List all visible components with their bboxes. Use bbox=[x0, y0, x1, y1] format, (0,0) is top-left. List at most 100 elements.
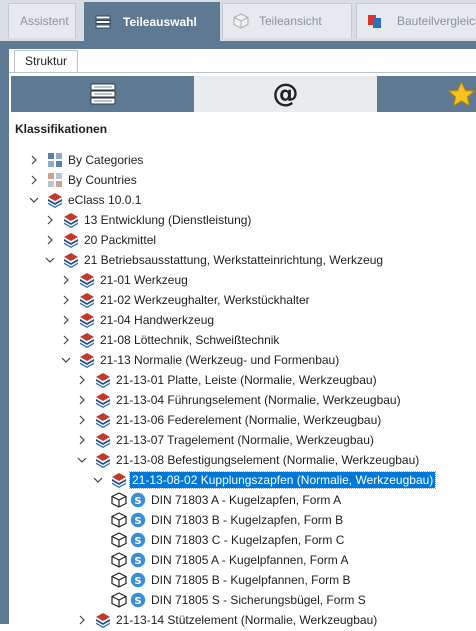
svg-text:S: S bbox=[134, 496, 141, 507]
tree-node[interactable]: 21-08 Löttechnik, Schweißtechnik bbox=[59, 330, 281, 350]
svg-text:S: S bbox=[134, 576, 141, 587]
compare-icon bbox=[368, 15, 381, 28]
chevron-down-icon[interactable] bbox=[43, 250, 57, 270]
chevron-right-icon[interactable] bbox=[75, 390, 89, 410]
chevron-right-icon[interactable] bbox=[59, 290, 73, 310]
tree-leaf-item[interactable]: S DIN 71805 A - Kugelpfannen, Form A bbox=[111, 550, 350, 570]
svg-text:S: S bbox=[134, 596, 141, 607]
chevron-right-icon[interactable] bbox=[27, 150, 41, 170]
tree-leaf-item[interactable]: S DIN 71805 B - Kugelpfannen, Form B bbox=[111, 570, 352, 590]
part-cube-icon bbox=[111, 492, 127, 508]
part-cube-icon bbox=[111, 512, 127, 528]
tree-node[interactable]: 13 Entwicklung (Dienstleistung) bbox=[43, 210, 253, 230]
chevron-right-icon[interactable] bbox=[59, 270, 73, 290]
tree-node[interactable]: 21 Betriebsausstattung, Werkstatteinrich… bbox=[43, 250, 385, 270]
tree-item-label: 21-13 Normalie (Werkzeug- und Formenbau) bbox=[100, 353, 340, 367]
svg-text:S: S bbox=[134, 556, 141, 567]
books-stack-icon bbox=[90, 83, 115, 105]
tree-item-label: 21-13-01 Platte, Leiste (Normalie, Werkz… bbox=[116, 373, 377, 387]
tree-node[interactable]: 21-13-14 Stützelement (Normalie, Werkzeu… bbox=[75, 610, 379, 630]
tree-node[interactable]: 21-04 Handwerkzeug bbox=[59, 310, 216, 330]
chevron-down-icon[interactable] bbox=[59, 350, 73, 370]
tab-bauteilvergleich[interactable]: Bauteilvergleich bbox=[356, 3, 476, 38]
eclass-stack-icon bbox=[79, 352, 95, 368]
svg-text:S: S bbox=[134, 536, 141, 547]
tree-node[interactable]: eClass 10.0.1 bbox=[27, 190, 143, 210]
eclass-stack-icon bbox=[79, 292, 95, 308]
tree-node[interactable]: 21-13-04 Führungselement (Normalie, Werk… bbox=[75, 390, 403, 410]
tab-label: Teileauswahl bbox=[123, 15, 197, 29]
divider bbox=[9, 72, 476, 73]
tree-item-label: DIN 71803 B - Kugelzapfen, Form B bbox=[151, 513, 344, 527]
chevron-down-icon[interactable] bbox=[91, 470, 105, 490]
tree-leaf-item[interactable]: S DIN 71803 B - Kugelzapfen, Form B bbox=[111, 510, 345, 530]
chevron-right-icon[interactable] bbox=[59, 310, 73, 330]
tab-assistent[interactable]: Assistent bbox=[8, 3, 76, 38]
tab-label: Assistent bbox=[20, 14, 69, 28]
tab-teileauswahl[interactable]: Teileauswahl bbox=[84, 2, 220, 41]
tree-item-label: 21-01 Werkzeug bbox=[100, 273, 188, 287]
eclass-stack-icon bbox=[63, 212, 79, 228]
tree-leaf-item[interactable]: S DIN 71803 C - Kugelzapfen, Form C bbox=[111, 530, 346, 550]
eclass-stack-icon bbox=[63, 252, 79, 268]
tree-item-label: 21-13-14 Stützelement (Normalie, Werkzeu… bbox=[116, 613, 378, 627]
chevron-down-icon[interactable] bbox=[27, 190, 41, 210]
tree-node[interactable]: 21-02 Werkzeughalter, Werkstückhalter bbox=[59, 290, 312, 310]
tab-label: Teileansicht bbox=[259, 14, 322, 28]
tree-node[interactable]: 21-13-08 Befestigungselement (Normalie, … bbox=[75, 450, 421, 470]
tree-node[interactable]: 21-13-06 Federelement (Normalie, Werkzeu… bbox=[75, 410, 383, 430]
at-icon: @ bbox=[272, 79, 299, 109]
standard-badge-icon: S bbox=[130, 552, 146, 568]
tree-item-label: DIN 71803 A - Kugelzapfen, Form A bbox=[151, 493, 342, 507]
section-title: Klassifikationen bbox=[15, 122, 108, 136]
tree-node[interactable]: By Countries bbox=[27, 170, 139, 190]
part-cube-icon bbox=[111, 552, 127, 568]
tab-teileansicht[interactable]: Teileansicht bbox=[222, 3, 352, 38]
eclass-stack-icon bbox=[95, 452, 111, 468]
standard-badge-icon: S bbox=[130, 512, 146, 528]
categories-icon bbox=[47, 152, 63, 168]
svg-text:S: S bbox=[134, 516, 141, 527]
chevron-right-icon[interactable] bbox=[75, 370, 89, 390]
chevron-right-icon[interactable] bbox=[43, 210, 57, 230]
tree-item-label: 21-13-07 Tragelement (Normalie, Werkzeug… bbox=[116, 433, 374, 447]
chevron-right-icon[interactable] bbox=[75, 410, 89, 430]
tree-item-label: 21-02 Werkzeughalter, Werkstückhalter bbox=[100, 293, 310, 307]
eclass-stack-icon bbox=[79, 332, 95, 348]
tree-node[interactable]: 21-01 Werkzeug bbox=[59, 270, 190, 290]
chevron-right-icon[interactable] bbox=[59, 330, 73, 350]
part-cube-icon bbox=[111, 592, 127, 608]
tab-struktur[interactable]: Struktur bbox=[14, 50, 78, 72]
tree-view-button[interactable] bbox=[11, 76, 194, 112]
tree-node[interactable]: 21-13-01 Platte, Leiste (Normalie, Werkz… bbox=[75, 370, 379, 390]
tree-item-label: 21 Betriebsausstattung, Werkstatteinrich… bbox=[84, 253, 384, 267]
chevron-right-icon[interactable] bbox=[43, 230, 57, 250]
chevron-right-icon[interactable] bbox=[75, 430, 89, 450]
eclass-stack-icon bbox=[95, 432, 111, 448]
at-view-button[interactable]: @ bbox=[194, 76, 377, 112]
tree-item-label: DIN 71805 B - Kugelpfannen, Form B bbox=[151, 573, 351, 587]
standard-badge-icon: S bbox=[130, 532, 146, 548]
view-switcher-bar: @ bbox=[11, 76, 476, 112]
countries-icon bbox=[47, 172, 63, 188]
chevron-down-icon[interactable] bbox=[75, 450, 89, 470]
tree-node[interactable]: 21-13-07 Tragelement (Normalie, Werkzeug… bbox=[75, 430, 376, 450]
part-cube-icon bbox=[111, 572, 127, 588]
tree-item-label: DIN 71805 S - Sicherungsbügel, Form S bbox=[151, 593, 366, 607]
tree-node[interactable]: By Categories bbox=[27, 150, 145, 170]
favorites-view-button[interactable] bbox=[377, 76, 476, 112]
tree-node[interactable]: 21-13-08-02 Kupplungszapfen (Normalie, W… bbox=[91, 470, 437, 490]
tree-node[interactable]: 21-13 Normalie (Werkzeug- und Formenbau) bbox=[59, 350, 341, 370]
eclass-stack-icon bbox=[95, 612, 111, 628]
tree-leaf-item[interactable]: S DIN 71805 S - Sicherungsbügel, Form S bbox=[111, 590, 368, 610]
standard-badge-icon: S bbox=[130, 572, 146, 588]
tree-item-label: DIN 71803 C - Kugelzapfen, Form C bbox=[151, 533, 345, 547]
tree-leaf-item[interactable]: S DIN 71803 A - Kugelzapfen, Form A bbox=[111, 490, 343, 510]
tree-node[interactable]: 20 Packmittel bbox=[43, 230, 158, 250]
tree-item-label: eClass 10.0.1 bbox=[68, 193, 142, 207]
standard-badge-icon: S bbox=[130, 592, 146, 608]
star-icon bbox=[447, 81, 476, 107]
chevron-right-icon[interactable] bbox=[75, 610, 89, 630]
tree-item-label: 21-13-04 Führungselement (Normalie, Werk… bbox=[116, 393, 401, 407]
chevron-right-icon[interactable] bbox=[27, 170, 41, 190]
